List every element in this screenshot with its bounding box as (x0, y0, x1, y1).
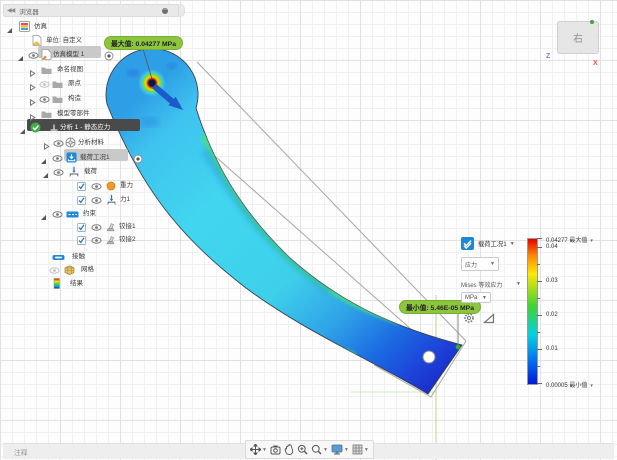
analysis-check-icon (30, 120, 41, 138)
stress-color-scale (527, 238, 538, 385)
browser-row-label: 网格 (81, 263, 94, 273)
grid-layout-button[interactable]: ▼ (352, 444, 369, 455)
collapse-triangle-icon[interactable] (6, 21, 13, 39)
legend-settings-gear-icon[interactable] (463, 312, 475, 324)
color-scale-tick (537, 238, 542, 239)
browser-row-label: 模型零部件 (57, 107, 90, 117)
color-scale-tick (537, 349, 542, 350)
chevron-down-icon: ▼ (482, 295, 487, 301)
results-icon (53, 276, 61, 294)
color-scale-minor-tick (537, 332, 540, 333)
browser-row-label: 铰接1 (119, 220, 136, 230)
visibility-eye-icon[interactable] (53, 164, 64, 182)
result-type-label: 应力 (465, 260, 477, 269)
force-icon (106, 192, 117, 210)
browser-row-label: 构造 (68, 92, 81, 102)
color-scale-tick-label: 0.04 (546, 244, 558, 250)
browser-row-label: 约束 (83, 207, 96, 217)
panel-drag-handle[interactable] (179, 4, 185, 17)
color-scale-tick (537, 247, 542, 248)
collapse-triangle-icon[interactable] (19, 122, 26, 140)
color-scale-tick-label: 0.03 (546, 278, 558, 284)
browser-row-label: 力1 (120, 193, 130, 203)
chevron-down-icon: ▼ (364, 447, 369, 453)
color-scale-tick (537, 281, 542, 282)
chevron-down-icon: ▼ (262, 447, 267, 453)
look-at-button[interactable] (270, 445, 281, 455)
browser-row-label: 接触 (72, 250, 85, 260)
load-case-selector[interactable]: 载荷工况1 ▼ (461, 237, 515, 250)
chevron-down-icon: ▼ (344, 447, 349, 453)
unit-label: MPa (465, 295, 477, 301)
color-scale-tick (537, 383, 542, 384)
chevron-down-icon: ▼ (510, 241, 515, 247)
browser-row-label: 载荷 (84, 165, 97, 175)
browser-row-label: 分析 1 - 静态应力 (60, 121, 110, 131)
checkbox[interactable] (77, 232, 86, 250)
browser-row-label: 铰接2 (119, 233, 136, 243)
browser-row-label: 结果 (70, 277, 83, 287)
collapse-triangle-icon[interactable] (42, 166, 49, 184)
browser-header[interactable]: ◀◀ 浏览器 − (3, 4, 179, 17)
axis-z-label: Z (546, 53, 550, 60)
color-scale-minor-tick (537, 366, 540, 367)
display-settings-button[interactable]: ▼ (331, 444, 349, 455)
viewcube-face-label: 右 (573, 30, 583, 45)
browser-row-label: 分析材料 (78, 136, 104, 146)
browser-row-label: 原点 (68, 77, 81, 87)
visibility-eye-icon[interactable] (28, 47, 39, 65)
browser-row-label: 单位: 自定义 (46, 34, 82, 44)
chevron-down-icon: ▼ (323, 447, 328, 453)
color-scale-limit-label[interactable]: 0.04277 最大值▾ (546, 235, 593, 244)
viewcube[interactable]: 右 (557, 21, 599, 54)
browser-row-label: 仿真 (34, 20, 47, 30)
zoom-window-button[interactable] (297, 444, 308, 455)
browser-row-label: 命名视图 (57, 63, 83, 73)
orbit-button[interactable]: ▼ (250, 444, 267, 455)
pan-button[interactable] (284, 444, 294, 455)
color-scale-limit-label[interactable]: 0.00005 最小值▾ (546, 380, 593, 389)
chevron-down-icon: ▾ (590, 383, 593, 389)
color-scale-tick-label: 0.02 (546, 312, 558, 318)
collapse-panel-icon[interactable]: ◀◀ (7, 7, 14, 14)
activate-radio-icon[interactable] (133, 151, 143, 169)
visibility-eye-icon[interactable] (52, 206, 63, 224)
color-scale-tick (537, 315, 542, 316)
result-type-dropdown[interactable]: 应力 ▼ (461, 257, 499, 271)
chevron-down-icon: ▼ (490, 261, 495, 267)
legend-slope-icon[interactable] (483, 312, 495, 324)
min-point-marker (456, 345, 461, 350)
color-scale-minor-tick (537, 298, 540, 299)
bottom-pin-hole (423, 351, 435, 363)
load-case-label: 载荷工况1 (478, 239, 507, 248)
visibility-eye-icon[interactable] (91, 232, 102, 250)
chevron-down-icon: ▼ (516, 281, 521, 287)
browser-row-label: 载荷工况1 (80, 151, 110, 161)
browser-row-label: 重力 (120, 179, 133, 189)
collapse-triangle-icon[interactable] (17, 49, 24, 67)
activate-radio-icon[interactable] (104, 48, 114, 66)
color-scale-minor-tick (537, 264, 540, 265)
stress-component-label: Mises 等效应力 (461, 280, 502, 289)
zoom-button[interactable]: ▼ (311, 444, 328, 455)
browser-title: 浏览器 (19, 6, 39, 16)
simulation-icon (19, 19, 30, 37)
axis-x-label: X (593, 60, 598, 67)
collapse-all-icon[interactable]: − (162, 8, 168, 14)
collapse-triangle-icon[interactable] (40, 208, 47, 226)
color-scale-tick-label: 0.01 (546, 346, 558, 352)
browser-row-label: 仿真模型 1 (53, 48, 84, 58)
navigation-toolbar: ▼ ▼ ▼ ▼ (245, 440, 374, 459)
stress-component-dropdown[interactable]: Mises 等效应力 ▼ (461, 278, 524, 290)
axis-y-indicator (590, 20, 594, 24)
comments-label: 注释 (14, 447, 28, 457)
unit-dropdown[interactable]: MPa ▼ (461, 292, 491, 303)
chevron-down-icon: ▾ (590, 238, 593, 244)
load-case-check-icon (461, 237, 474, 250)
browser-panel: ◀◀ 浏览器 − 仿真单位: 自定义仿真模型 1 命名视图原点构造模型零部件分析 … (0, 0, 190, 300)
pin-constraint-icon (105, 232, 116, 250)
